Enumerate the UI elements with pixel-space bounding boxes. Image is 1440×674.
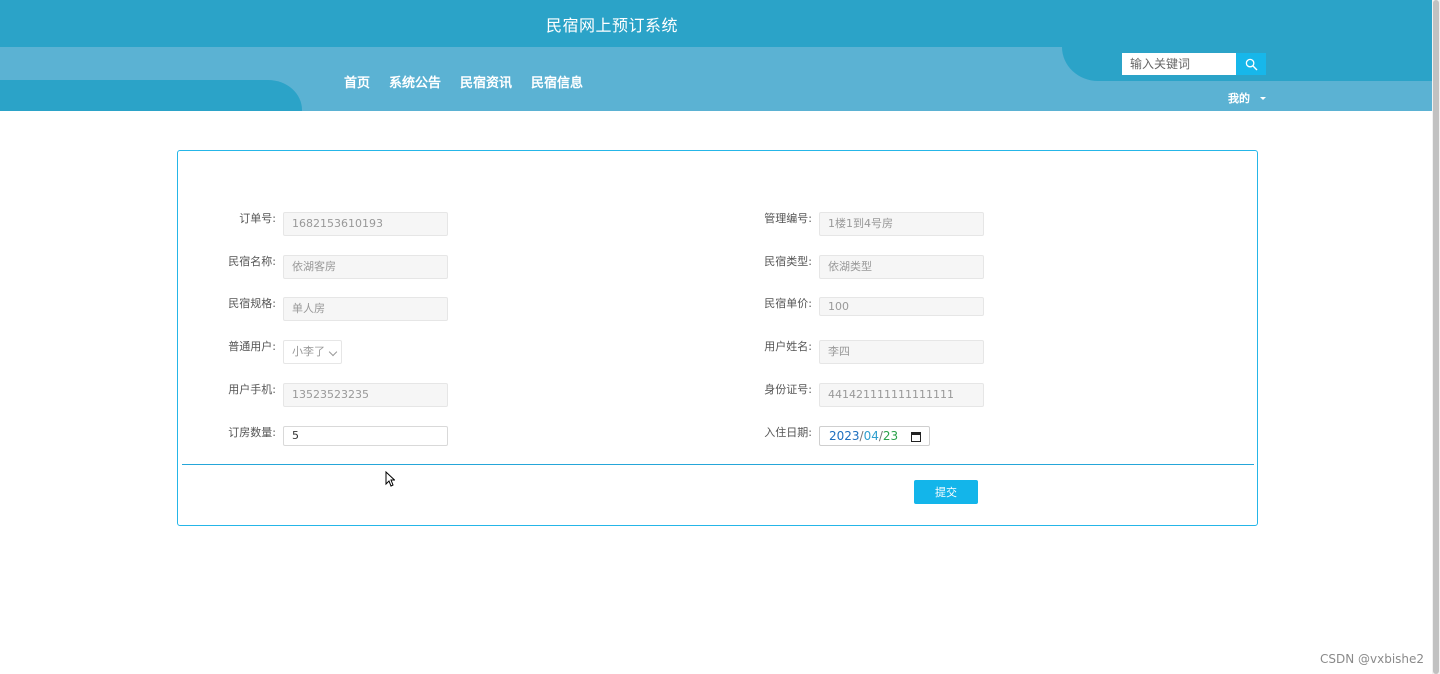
homestay-spec-field[interactable]: 单人房: [283, 297, 448, 321]
homestay-spec-label: 民宿规格:: [228, 297, 276, 310]
checkin-date-input[interactable]: 2023/04/23: [819, 426, 930, 446]
checkin-date-label: 入住日期:: [764, 426, 812, 439]
page-scrollbar[interactable]: [1432, 0, 1440, 674]
user-phone-field[interactable]: 13523523235: [283, 383, 448, 407]
homestay-price-label: 民宿单价:: [764, 297, 812, 310]
room-count-label: 订房数量:: [228, 426, 276, 439]
checkin-month: 04: [863, 429, 879, 443]
site-title: 民宿网上预订系统: [546, 16, 679, 35]
search-input[interactable]: [1122, 53, 1236, 75]
user-menu-label: 我的: [1228, 92, 1250, 105]
top-header: 民宿网上预订系统 首页 系统公告 民宿资讯 民宿信息 我的: [0, 0, 1432, 111]
nav-homestay-info[interactable]: 民宿信息: [531, 72, 583, 92]
room-count-input[interactable]: 5: [283, 426, 448, 446]
nav-announcements[interactable]: 系统公告: [389, 72, 441, 92]
homestay-type-field[interactable]: 依湖类型: [819, 255, 984, 279]
normal-user-select[interactable]: 小李了: [283, 340, 342, 364]
main-nav: 首页 系统公告 民宿资讯 民宿信息: [344, 72, 602, 92]
search-button[interactable]: [1236, 53, 1266, 75]
form-divider: [182, 464, 1254, 465]
normal-user-selected: 小李了: [292, 345, 325, 358]
nav-news[interactable]: 民宿资讯: [460, 72, 512, 92]
manage-no-field[interactable]: 1楼1到4号房: [819, 212, 984, 236]
homestay-type-label: 民宿类型:: [764, 255, 812, 268]
search-icon: [1245, 58, 1257, 70]
order-no-field[interactable]: 1682153610193: [283, 212, 448, 236]
submit-button[interactable]: 提交: [914, 480, 978, 504]
normal-user-label: 普通用户:: [228, 340, 276, 353]
id-card-field[interactable]: 441421111111111111: [819, 383, 984, 407]
nav-home[interactable]: 首页: [344, 72, 370, 92]
user-name-label: 用户姓名:: [764, 340, 812, 353]
homestay-price-field[interactable]: 100: [819, 297, 984, 316]
user-phone-label: 用户手机:: [228, 383, 276, 396]
manage-no-label: 管理编号:: [764, 212, 812, 225]
homestay-name-label: 民宿名称:: [228, 255, 276, 268]
checkin-year: 2023: [829, 429, 860, 443]
header-wave-left: [0, 80, 302, 111]
user-name-field[interactable]: 李四: [819, 340, 984, 364]
order-no-label: 订单号:: [239, 212, 276, 225]
checkin-day: 23: [882, 429, 899, 443]
scrollbar-thumb[interactable]: [1433, 0, 1439, 674]
user-menu[interactable]: 我的: [1228, 90, 1266, 106]
chevron-down-icon: [328, 347, 338, 357]
mouse-cursor-icon: [385, 471, 395, 487]
id-card-label: 身份证号:: [764, 383, 812, 396]
calendar-icon[interactable]: [911, 432, 921, 442]
homestay-name-field[interactable]: 依湖客房: [283, 255, 448, 279]
booking-form: 订单号: 1682153610193 管理编号: 1楼1到4号房 民宿名称: 依…: [177, 150, 1258, 526]
chevron-down-icon: [1260, 96, 1266, 100]
watermark: CSDN @vxbishe2: [1320, 652, 1425, 666]
